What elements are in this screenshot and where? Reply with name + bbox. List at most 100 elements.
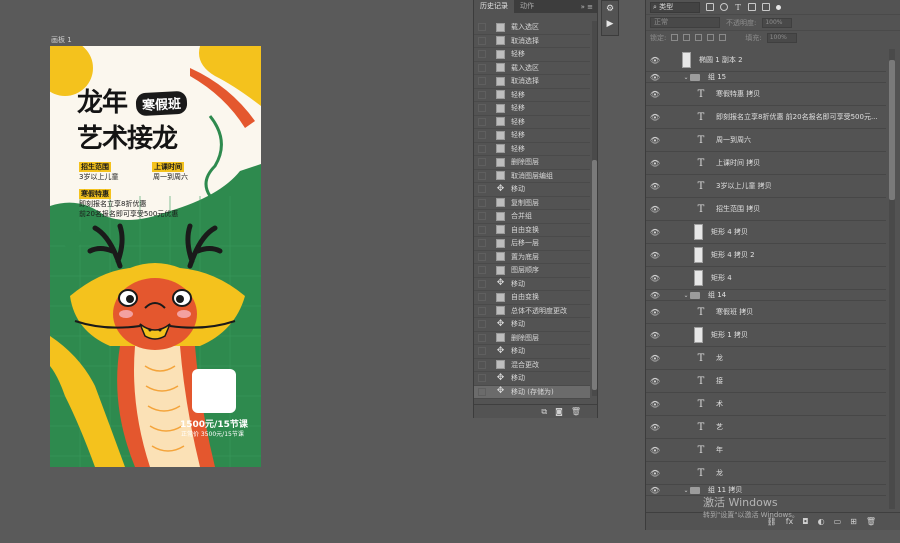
layer-row[interactable]: 👁 T 寒假班 拷贝 (646, 301, 886, 324)
tab-history[interactable]: 历史记录 (474, 0, 514, 13)
history-item[interactable]: 置为底层 (474, 251, 590, 264)
visibility-eye-icon[interactable]: 👁 (646, 56, 664, 65)
layer-row[interactable]: 👁 T 接 (646, 370, 886, 393)
filter-toggle-icon[interactable] (776, 4, 781, 10)
visibility-eye-icon[interactable]: 👁 (646, 136, 664, 145)
history-item[interactable]: 复制图层 (474, 197, 590, 210)
history-item[interactable]: ✥ 移动 (474, 345, 590, 359)
history-item[interactable]: 自由变换 (474, 291, 590, 305)
history-item[interactable]: 合并组 (474, 210, 590, 224)
history-scrollbar-thumb[interactable] (592, 160, 597, 390)
history-source-checkbox[interactable] (478, 77, 486, 86)
history-item[interactable]: 轻移 (474, 89, 590, 102)
history-source-checkbox[interactable] (478, 252, 486, 261)
history-source-checkbox[interactable] (478, 63, 486, 72)
history-item[interactable]: 轻移 (474, 102, 590, 116)
history-source-checkbox[interactable] (478, 320, 486, 329)
layer-row[interactable]: 👁 ⌄ 组 14 (646, 290, 886, 301)
layer-row[interactable]: 👁 矩形 1 拷贝 (646, 324, 886, 347)
smart-object-filter-icon[interactable] (762, 3, 770, 11)
history-item[interactable]: 删除图层 (474, 332, 590, 345)
visibility-eye-icon[interactable]: 👁 (646, 274, 664, 283)
history-item[interactable]: ✥ 移动 (474, 372, 590, 386)
layer-row[interactable]: 👁 T 年 (646, 439, 886, 462)
visibility-eye-icon[interactable]: 👁 (646, 446, 664, 455)
history-source-checkbox[interactable] (478, 306, 486, 315)
shape-filter-icon[interactable] (748, 3, 756, 11)
history-source-checkbox[interactable] (478, 347, 486, 356)
snapshot-camera-icon[interactable]: ◙ (555, 407, 563, 416)
history-source-checkbox[interactable] (478, 279, 486, 288)
history-item[interactable]: 轻移 (474, 143, 590, 156)
history-source-checkbox[interactable] (478, 171, 486, 180)
history-item[interactable]: 轻移 (474, 129, 590, 143)
history-item[interactable]: 总体不透明度更改 (474, 305, 590, 318)
lock-all-icon[interactable] (719, 34, 727, 41)
visibility-eye-icon[interactable]: 👁 (646, 308, 664, 317)
layer-filter-select[interactable]: ⌕ 类型 (650, 1, 700, 13)
fill-input[interactable]: 100% (766, 32, 797, 43)
opacity-input[interactable]: 100% (762, 17, 793, 28)
lock-pixels-icon[interactable] (671, 34, 679, 41)
tab-actions[interactable]: 动作 (514, 0, 540, 13)
trash-icon[interactable]: 🗑 (571, 407, 581, 416)
visibility-eye-icon[interactable]: 👁 (646, 90, 664, 99)
history-item[interactable]: 后移一层 (474, 237, 590, 251)
visibility-eye-icon[interactable]: 👁 (646, 205, 664, 214)
history-source-checkbox[interactable] (478, 185, 486, 194)
visibility-eye-icon[interactable]: 👁 (646, 354, 664, 363)
layer-row[interactable]: 👁 矩形 4 (646, 267, 886, 290)
layer-row[interactable]: 👁 矩形 4 拷贝 2 (646, 244, 886, 267)
history-source-checkbox[interactable] (478, 36, 486, 45)
layer-row[interactable]: 👁 T 术 (646, 393, 886, 416)
layer-row[interactable]: 👁 T 艺 (646, 416, 886, 439)
pixel-filter-icon[interactable] (706, 3, 714, 11)
layers-scrollbar-thumb[interactable] (889, 60, 895, 200)
history-source-checkbox[interactable] (478, 374, 486, 383)
visibility-eye-icon[interactable]: 👁 (646, 251, 664, 260)
history-source-checkbox[interactable] (478, 293, 486, 302)
history-source-checkbox[interactable] (478, 117, 486, 126)
layer-row[interactable]: 👁 T 龙 (646, 462, 886, 485)
history-item[interactable]: 取消选择 (474, 35, 590, 48)
visibility-eye-icon[interactable]: 👁 (646, 182, 664, 191)
history-source-checkbox[interactable] (478, 144, 486, 153)
history-source-checkbox[interactable] (478, 225, 486, 234)
visibility-eye-icon[interactable]: 👁 (646, 400, 664, 409)
history-panel-icon[interactable]: ⚙ (602, 1, 618, 16)
chevron-down-icon[interactable]: ⌄ (682, 74, 690, 81)
history-source-checkbox[interactable] (478, 387, 486, 396)
history-item[interactable]: 载入选区 (474, 21, 590, 35)
layer-row[interactable]: 👁 椭圆 1 副本 2 (646, 49, 886, 72)
visibility-eye-icon[interactable]: 👁 (646, 423, 664, 432)
layer-row[interactable]: 👁 ⌄ 组 15 (646, 72, 886, 83)
layer-row[interactable]: 👁 T 上课时间 拷贝 (646, 152, 886, 175)
history-source-checkbox[interactable] (478, 212, 486, 221)
new-document-from-state-icon[interactable]: ⧉ (541, 407, 547, 417)
adjustment-layer-icon[interactable]: ◐ (818, 517, 825, 526)
lock-artboard-icon[interactable] (707, 34, 715, 41)
visibility-eye-icon[interactable]: 👁 (646, 113, 664, 122)
play-action-icon[interactable]: ▶ (602, 16, 618, 31)
layer-row[interactable]: 👁 T 即刻报名立享8折优惠 前20名报名即可享受500元... (646, 106, 886, 129)
history-source-checkbox[interactable] (478, 333, 486, 342)
visibility-eye-icon[interactable]: 👁 (646, 331, 664, 340)
history-source-checkbox[interactable] (478, 158, 486, 167)
history-source-checkbox[interactable] (478, 198, 486, 207)
layer-row[interactable]: 👁 T 寒假特惠 拷贝 (646, 83, 886, 106)
history-source-checkbox[interactable] (478, 131, 486, 140)
history-source-checkbox[interactable] (478, 360, 486, 369)
new-group-icon[interactable]: ▭ (834, 517, 842, 526)
history-source-checkbox[interactable] (478, 104, 486, 113)
new-layer-icon[interactable]: ⊞ (850, 517, 857, 526)
visibility-eye-icon[interactable]: 👁 (646, 486, 664, 495)
layer-row[interactable]: 👁 T 周一到周六 (646, 129, 886, 152)
history-item[interactable]: 图层顺序 (474, 264, 590, 278)
delete-layer-icon[interactable]: 🗑 (866, 517, 876, 526)
layer-row[interactable]: 👁 T 招生范围 拷贝 (646, 198, 886, 221)
lock-position-icon[interactable] (695, 34, 703, 41)
history-item[interactable]: 删除图层 (474, 156, 590, 170)
lock-paint-icon[interactable] (683, 34, 691, 41)
visibility-eye-icon[interactable]: 👁 (646, 159, 664, 168)
blend-mode-select[interactable]: 正常 (650, 17, 720, 28)
